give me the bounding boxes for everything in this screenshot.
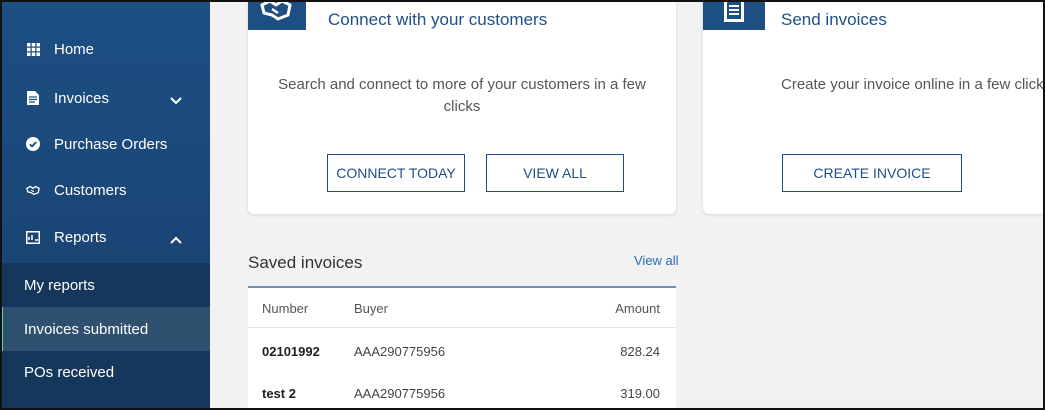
column-header-buyer[interactable]: Buyer [354,301,388,316]
column-header-amount[interactable]: Amount [615,301,660,316]
invoice-number: test 2 [262,386,296,401]
create-invoice-button[interactable]: CREATE INVOICE [782,154,962,192]
view-all-link[interactable]: View all [634,253,679,268]
sidebar-item-label: Invoices [54,89,110,107]
column-header-number[interactable]: Number [262,301,308,316]
sidebar-item-customers[interactable]: Customers [0,168,210,212]
send-invoices-card: Send invoices Create your invoice online… [703,0,1045,214]
sidebar-subitem-pos-received[interactable]: POs received [0,351,210,410]
invoice-number: 02101992 [262,344,320,359]
sidebar-item-reports[interactable]: Reports [0,215,210,259]
check-circle-icon [26,137,40,151]
sidebar-subitem-label: My reports [24,276,95,294]
report-icon [26,230,40,244]
sidebar-item-home[interactable]: Home [0,27,210,71]
sidebar-item-invoices[interactable]: Invoices [0,76,210,120]
table-row[interactable]: 02101992 AAA290775956 828.24 [248,331,676,371]
invoice-buyer: AAA290775956 [354,344,446,359]
invoice-list-icon [703,0,765,30]
sidebar-item-label: Reports [54,228,107,246]
card-description: Create your invoice online in a few clic… [781,76,1045,93]
card-title: Connect with your customers [328,10,548,29]
sidebar-subitem-my-reports[interactable]: My reports [0,263,210,307]
connect-customers-card: Connect with your customers Search and c… [248,0,676,214]
chevron-up-icon [170,231,182,248]
invoice-amount: 828.24 [620,344,660,359]
sidebar-item-label: Customers [54,181,127,199]
saved-invoices-title: Saved invoices [248,253,363,272]
sidebar-item-label: Home [54,40,95,58]
sidebar-subitem-label: POs received [24,364,115,381]
sidebar-item-label: Purchase Orders [54,135,168,153]
sidebar-item-purchase-orders[interactable]: Purchase Orders [0,122,210,166]
invoice-buyer: AAA290775956 [354,386,446,401]
sidebar: Home Invoices Purchase Orders Customers … [0,0,210,410]
sidebar-subitem-invoices-submitted[interactable]: Invoices submitted [0,307,210,351]
handshake-icon [26,183,40,197]
chevron-down-icon [170,92,182,109]
table-header-row: Number Buyer Amount [248,288,676,328]
card-title: Send invoices [781,10,887,29]
invoice-amount: 319.00 [620,386,660,401]
sidebar-subitem-label: Invoices submitted [24,320,149,338]
card-description: Search and connect to more of your custo… [278,76,646,115]
connect-today-button[interactable]: CONNECT TODAY [327,154,465,192]
table-row[interactable]: test 2 AAA290775956 319.00 [248,373,676,410]
document-icon [26,91,40,105]
view-all-button[interactable]: VIEW ALL [486,154,624,192]
grid-icon [26,42,40,56]
saved-invoices-table: Number Buyer Amount 02101992 AAA29077595… [248,286,676,410]
handshake-icon [248,0,306,30]
